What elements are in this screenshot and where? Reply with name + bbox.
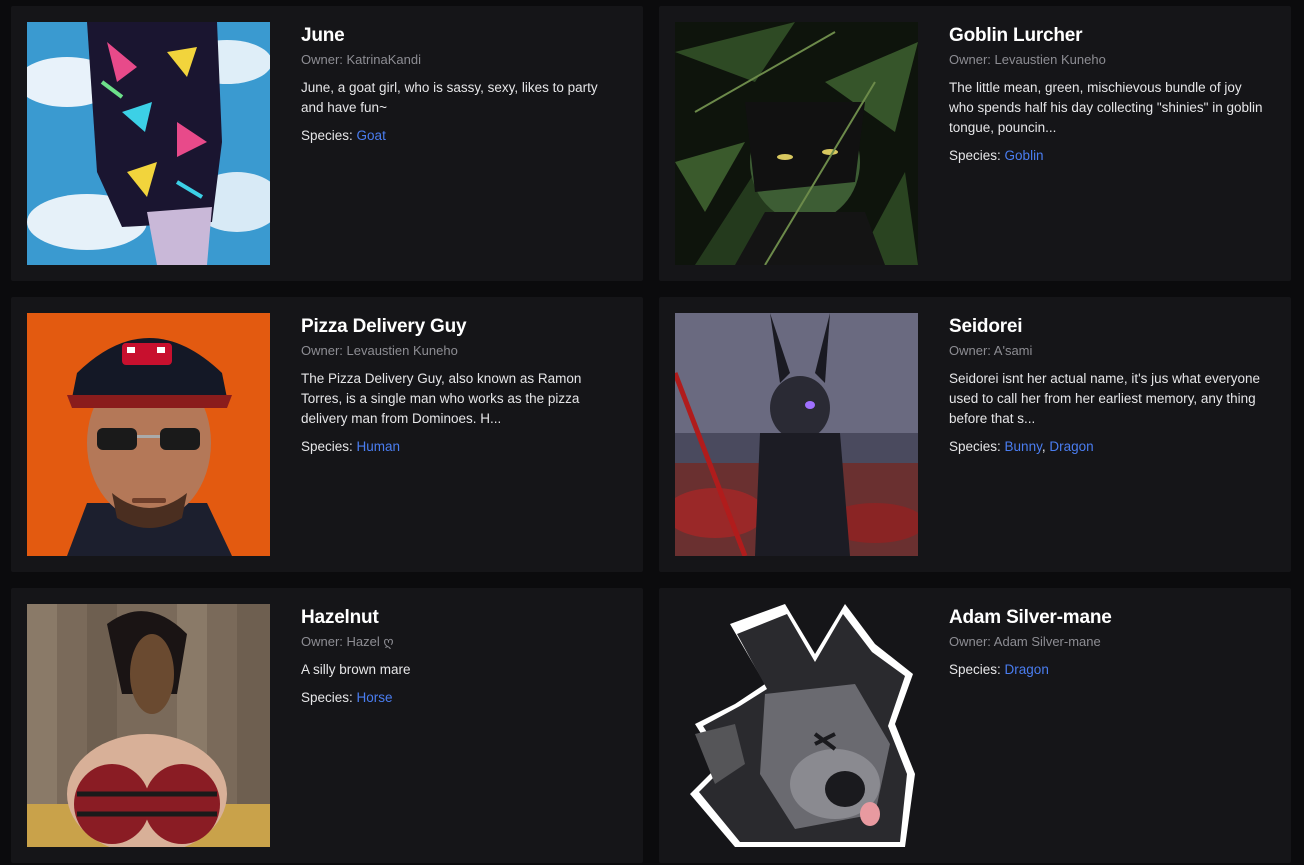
character-owner: Owner: KatrinaKandi xyxy=(301,52,421,67)
species-link-goblin[interactable]: Goblin xyxy=(1005,148,1044,163)
species-link-bunny[interactable]: Bunny xyxy=(1005,439,1042,454)
character-image-art xyxy=(27,313,270,556)
species-label: Species: xyxy=(949,439,1001,454)
species-link-goat[interactable]: Goat xyxy=(357,128,386,143)
character-owner: Owner: Adam Silver-mane xyxy=(949,634,1101,649)
character-species: Species: Bunny, Dragon xyxy=(949,437,1269,457)
character-owner: Owner: A'sami xyxy=(949,343,1033,358)
character-image-art xyxy=(675,313,918,556)
character-info: Adam Silver-mane Owner: Adam Silver-mane… xyxy=(949,606,1269,680)
character-name[interactable]: June xyxy=(301,24,621,48)
character-species: Species: Dragon xyxy=(949,660,1269,680)
character-grid: June Owner: KatrinaKandi June, a goat gi… xyxy=(0,0,1304,865)
character-image[interactable] xyxy=(675,313,918,556)
species-label: Species: xyxy=(949,662,1001,677)
character-image[interactable] xyxy=(675,604,918,847)
character-card[interactable]: Adam Silver-mane Owner: Adam Silver-mane… xyxy=(659,588,1291,863)
character-species: Species: Goat xyxy=(301,126,621,146)
character-owner: Owner: Hazel ღ xyxy=(301,634,394,649)
character-info: June Owner: KatrinaKandi June, a goat gi… xyxy=(301,24,621,146)
character-image-art xyxy=(27,604,270,847)
character-name[interactable]: Pizza Delivery Guy xyxy=(301,315,621,339)
species-link-human[interactable]: Human xyxy=(357,439,401,454)
character-image[interactable] xyxy=(27,22,270,265)
character-name[interactable]: Goblin Lurcher xyxy=(949,24,1269,48)
character-image[interactable] xyxy=(675,22,918,265)
character-card[interactable]: June Owner: KatrinaKandi June, a goat gi… xyxy=(11,6,643,281)
character-species: Species: Human xyxy=(301,437,621,457)
character-card[interactable]: Hazelnut Owner: Hazel ღ A silly brown ma… xyxy=(11,588,643,863)
character-name[interactable]: Hazelnut xyxy=(301,606,621,630)
character-description: June, a goat girl, who is sassy, sexy, l… xyxy=(301,80,598,115)
character-owner: Owner: Levaustien Kuneho xyxy=(949,52,1106,67)
character-description: The Pizza Delivery Guy, also known as Ra… xyxy=(301,371,582,426)
character-image[interactable] xyxy=(27,313,270,556)
character-info: Pizza Delivery Guy Owner: Levaustien Kun… xyxy=(301,315,621,457)
character-info: Seidorei Owner: A'sami Seidorei isnt her… xyxy=(949,315,1269,457)
species-label: Species: xyxy=(949,148,1001,163)
character-card[interactable]: Seidorei Owner: A'sami Seidorei isnt her… xyxy=(659,297,1291,572)
character-description: Seidorei isnt her actual name, it's jus … xyxy=(949,371,1260,426)
character-image-art xyxy=(675,22,918,265)
character-description: The little mean, green, mischievous bund… xyxy=(949,80,1263,135)
character-species: Species: Goblin xyxy=(949,146,1269,166)
character-species: Species: Horse xyxy=(301,688,621,708)
character-image-art xyxy=(27,22,270,265)
character-card[interactable]: Goblin Lurcher Owner: Levaustien Kuneho … xyxy=(659,6,1291,281)
character-owner: Owner: Levaustien Kuneho xyxy=(301,343,458,358)
species-label: Species: xyxy=(301,128,353,143)
character-info: Hazelnut Owner: Hazel ღ A silly brown ma… xyxy=(301,606,621,708)
species-label: Species: xyxy=(301,439,353,454)
species-link-dragon[interactable]: Dragon xyxy=(1005,662,1049,677)
character-name[interactable]: Seidorei xyxy=(949,315,1269,339)
character-card[interactable]: Pizza Delivery Guy Owner: Levaustien Kun… xyxy=(11,297,643,572)
character-info: Goblin Lurcher Owner: Levaustien Kuneho … xyxy=(949,24,1269,166)
species-link-horse[interactable]: Horse xyxy=(357,690,393,705)
species-link-dragon[interactable]: Dragon xyxy=(1049,439,1093,454)
character-image[interactable] xyxy=(27,604,270,847)
species-label: Species: xyxy=(301,690,353,705)
character-description: A silly brown mare xyxy=(301,662,411,677)
character-name[interactable]: Adam Silver-mane xyxy=(949,606,1269,630)
character-image-art xyxy=(675,604,918,847)
